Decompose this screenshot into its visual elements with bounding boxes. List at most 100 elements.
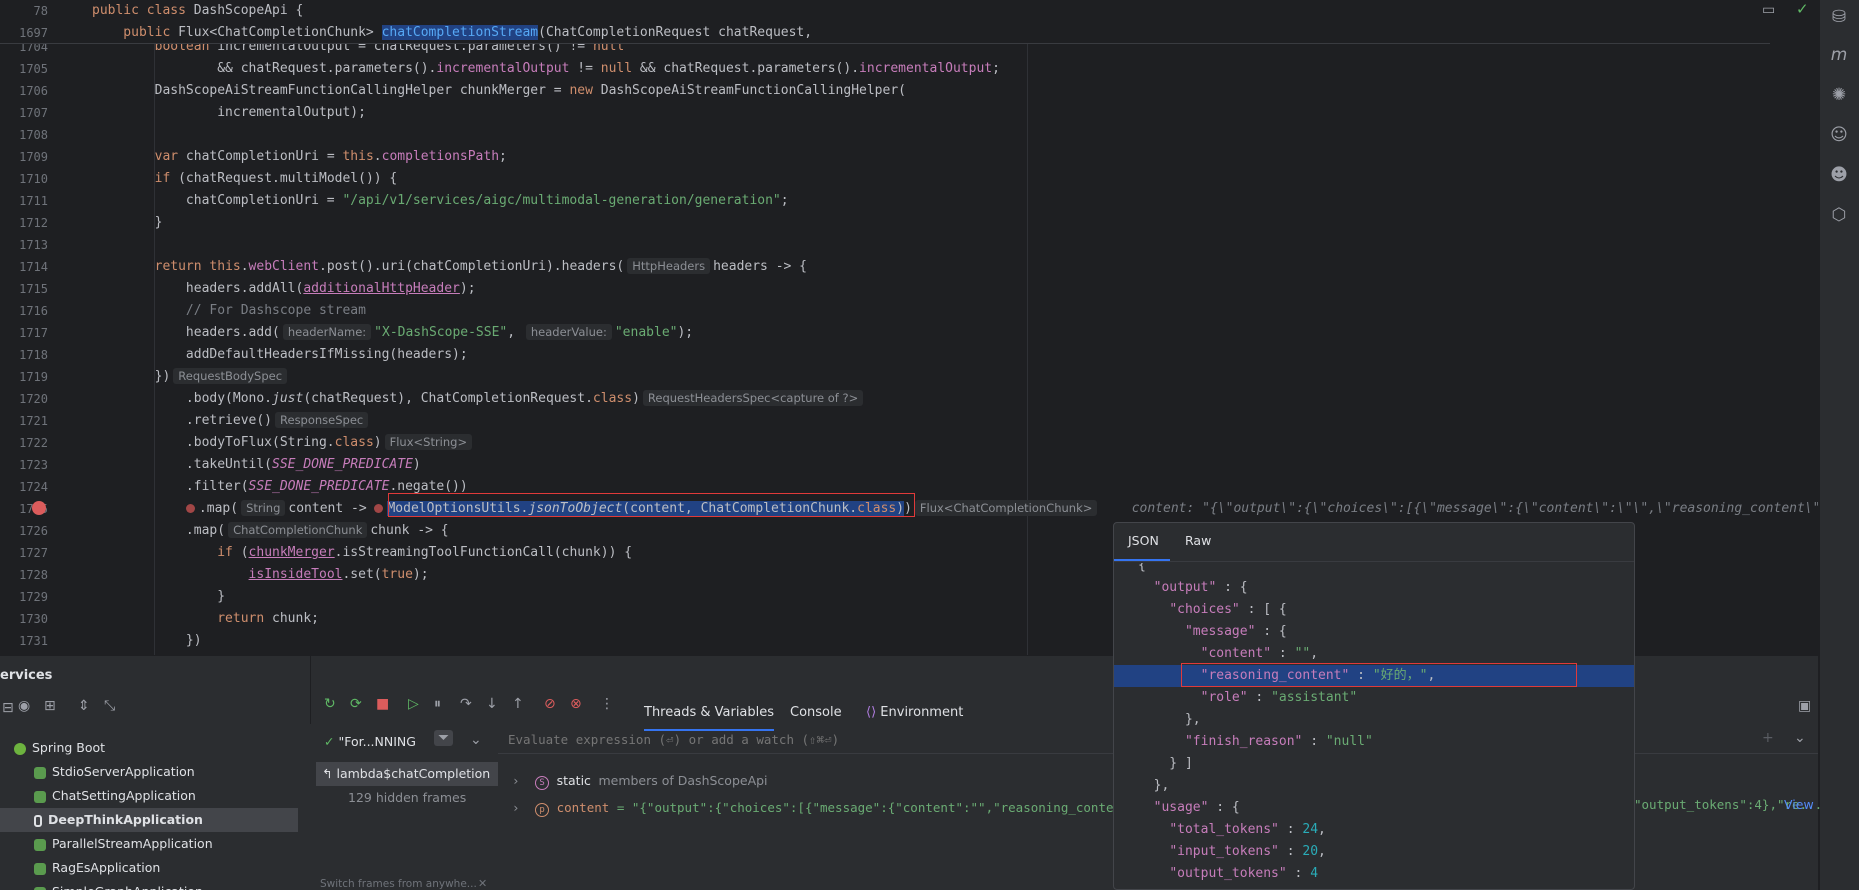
step-into-icon[interactable]: ↓ [486, 696, 498, 712]
tab-json[interactable]: JSON [1128, 533, 1159, 548]
copilot-icon[interactable]: ☺ [1828, 124, 1850, 146]
collapse-icon[interactable]: ⤡ [104, 698, 115, 714]
service-item[interactable]: ParallelStreamApplication [0, 832, 298, 856]
stop-icon[interactable]: ■ [376, 696, 389, 712]
chevron-down-icon[interactable]: ⌄ [470, 732, 482, 748]
code-line[interactable]: 1716 // For Dashscope stream [0, 300, 1818, 322]
view-breakpoints-icon[interactable]: ⊘ [544, 696, 556, 712]
service-item[interactable]: ChatSettingApplication [0, 784, 298, 808]
code-text: // For Dashscope stream [185, 303, 366, 318]
tab-raw[interactable]: Raw [1185, 533, 1211, 548]
code-text: headers.add(headerName: "X-DashScope-SSE"… [92, 324, 694, 340]
restart-icon[interactable]: ⟳ [350, 696, 362, 712]
line-number: 1723 [19, 458, 48, 472]
thread-selector[interactable]: ✓ "For...NNING [324, 734, 416, 749]
code-text: public class DashScopeApi { [92, 3, 304, 18]
code-line[interactable]: 1721 .retrieve() ResponseSpec [0, 410, 1818, 432]
mute-breakpoints-icon[interactable]: ⊗ [570, 696, 582, 712]
tab-threads-variables[interactable]: Threads & Variables [644, 705, 775, 731]
rerun-icon[interactable]: ↻ [324, 696, 336, 712]
code-line[interactable]: 1713 [0, 234, 1818, 256]
switch-frames-hint: Switch frames from anywhe... [320, 878, 477, 890]
line-number: 1718 [19, 348, 48, 362]
line-number: 1711 [19, 194, 48, 208]
reader-mode-icon[interactable]: ▭ [1762, 2, 1775, 18]
json-popup[interactable]: JSON Raw { "output" : { "choices" : [ { … [1113, 522, 1635, 890]
return-icon: ↰ [322, 766, 333, 781]
code-line[interactable]: 1722 .bodyToFlux(String.class) Flux<Strin… [0, 432, 1818, 454]
json-viewer[interactable]: { "output" : { "choices" : [ { "message"… [1114, 563, 1634, 889]
code-text: .map(ChatCompletionChunk chunk -> { [92, 522, 449, 538]
service-label: DeepThinkApplication [48, 812, 203, 827]
expand-icon[interactable]: ⇕ [78, 698, 90, 714]
code-text: return this.webClient.post().uri(chatCom… [154, 258, 808, 274]
add-watch-icon[interactable]: + [1762, 730, 1774, 746]
ai-assistant-icon[interactable]: ✺ [1828, 84, 1850, 106]
code-line[interactable]: 1711 chatCompletionUri = "/api/v1/servic… [0, 190, 1818, 212]
code-line[interactable]: 1718 addDefaultHeadersIfMissing(headers)… [0, 344, 1818, 366]
code-text: isInsideTool.set(true); [248, 567, 429, 582]
line-number: 1710 [19, 172, 48, 186]
expand-arrow-icon[interactable]: › [512, 800, 520, 815]
code-line[interactable]: 1719 }) RequestBodySpec [0, 366, 1818, 388]
close-icon[interactable]: ✕ [478, 877, 487, 890]
breakpoint-icon[interactable] [32, 501, 46, 515]
copilot-chat-icon[interactable]: ☻ [1828, 164, 1850, 186]
step-out-icon[interactable]: ↑ [512, 696, 524, 712]
service-item[interactable]: SimpleGraphApplication [0, 880, 298, 890]
filter-icon[interactable]: ⏷ [434, 730, 454, 746]
code-line[interactable]: 1720 .body(Mono.just(chatRequest), ChatC… [0, 388, 1818, 410]
code-line[interactable]: 1717 headers.add(headerName: "X-DashScope… [0, 322, 1818, 344]
view-link[interactable]: View [1784, 797, 1814, 812]
sticky-line: 78 public class DashScopeApi { [0, 0, 1818, 22]
tab-environment[interactable]: ⟨⟩ Environment [866, 705, 963, 720]
tab-console[interactable]: Console [790, 705, 842, 720]
code-text: incrementalOutput); [92, 105, 366, 120]
service-label: ChatSettingApplication [52, 788, 196, 803]
code-line[interactable]: 1705 && chatRequest.parameters().increme… [0, 58, 1818, 80]
eye-icon[interactable]: ◉ [18, 698, 30, 714]
service-item[interactable]: RagEsApplication [0, 856, 298, 880]
service-item[interactable]: Spring Boot [0, 736, 298, 760]
expand-arrow-icon[interactable]: › [512, 773, 520, 788]
code-line[interactable]: 1712 } [0, 212, 1818, 234]
line-number: 1722 [19, 436, 48, 450]
step-over-icon[interactable]: ↷ [460, 696, 472, 712]
database-icon[interactable]: ⛁ [1828, 6, 1850, 28]
code-line[interactable]: 1707 incrementalOutput); [0, 102, 1818, 124]
static-members-row[interactable]: › S static members of DashScopeApi [512, 773, 768, 790]
application-icon [34, 766, 46, 779]
json-line: "input_tokens" : 20, [1169, 844, 1326, 859]
code-line[interactable]: 1709 var chatCompletionUri = this.comple… [0, 146, 1818, 168]
line-number: 1720 [19, 392, 48, 406]
layout-settings-icon[interactable]: ▣ [1798, 698, 1811, 714]
pause-icon[interactable]: ⏸ [434, 696, 441, 712]
add-service-icon[interactable]: ⊞ [44, 698, 56, 714]
maven-icon[interactable]: m [1828, 44, 1850, 66]
code-text: chatCompletionUri = "/api/v1/services/ai… [92, 193, 789, 208]
service-item[interactable]: DeepThinkApplication [0, 808, 298, 832]
code-text: }) RequestBodySpec [92, 366, 290, 388]
line-number: 1715 [19, 282, 48, 296]
code-line[interactable]: 1715 headers.addAll(additionalHttpHeader… [0, 278, 1818, 300]
code-line[interactable]: 1708 [0, 124, 1818, 146]
hidden-frames[interactable]: 129 hidden frames [348, 790, 466, 805]
more-icon[interactable]: ⋮ [600, 696, 614, 712]
code-text: && chatRequest.parameters().incrementalO… [92, 61, 1000, 76]
code-text: .takeUntil(SSE_DONE_PREDICATE) [92, 457, 421, 472]
layout-icon[interactable]: ⊟ [2, 700, 14, 716]
chevron-down-icon[interactable]: ⌄ [1794, 730, 1806, 746]
evaluate-input[interactable] [508, 730, 1108, 748]
code-line[interactable]: 1706 DashScopeAiStreamFunctionCallingHel… [0, 80, 1818, 102]
line-number: 1717 [19, 326, 48, 340]
cube-icon[interactable]: ⬡ [1828, 204, 1850, 226]
line-number: 1721 [19, 414, 48, 428]
code-line[interactable]: 1723 .takeUntil(SSE_DONE_PREDICATE) [0, 454, 1818, 476]
code-line[interactable]: 1714 return this.webClient.post().uri(ch… [0, 256, 1818, 278]
code-line[interactable]: 1710 if (chatRequest.multiModel()) { [0, 168, 1818, 190]
frame-item[interactable]: ↰ lambda$chatCompletion [316, 762, 498, 786]
service-item[interactable]: StdioServerApplication [0, 760, 298, 784]
frame-label: lambda$chatCompletion [336, 766, 491, 781]
resume-icon[interactable]: ▷ [408, 696, 419, 712]
line-number: 1729 [19, 590, 48, 604]
